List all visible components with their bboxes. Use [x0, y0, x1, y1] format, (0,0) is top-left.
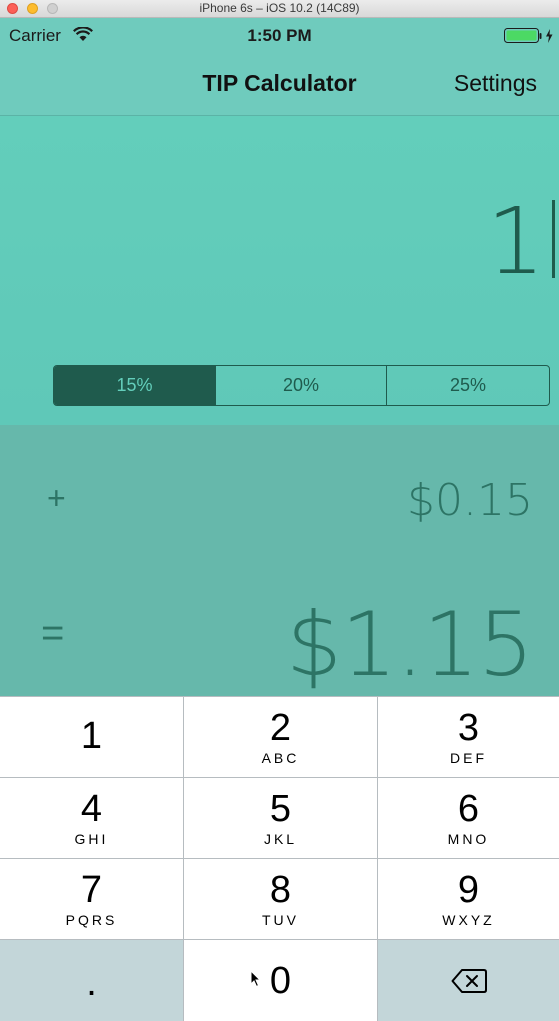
tip-percentage-control[interactable]: 15% 20% 25% — [53, 365, 550, 406]
key-digit: 6 — [457, 788, 480, 830]
key-digit: 0 — [269, 959, 292, 1002]
key-3[interactable]: 3 DEF — [378, 697, 559, 777]
plus-sign: + — [47, 480, 66, 516]
key-1[interactable]: 1 — [0, 697, 183, 777]
key-7[interactable]: 7 PQRS — [0, 859, 183, 939]
key-8[interactable]: 8 TUV — [184, 859, 377, 939]
results-area: + $0.15 = $1.15 — [0, 425, 559, 696]
simulator-titlebar: iPhone 6s – iOS 10.2 (14C89) — [0, 0, 559, 18]
cursor-icon — [250, 970, 262, 988]
status-time: 1:50 PM — [247, 26, 312, 45]
key-5[interactable]: 5 JKL — [184, 778, 377, 858]
key-digit: 1 — [80, 715, 103, 757]
tip-option-25[interactable]: 25% — [386, 366, 549, 405]
tip-amount: $0.15 — [407, 475, 533, 526]
key-digit: 7 — [80, 869, 103, 911]
key-digit: . — [86, 961, 97, 1004]
key-letters: GHI — [74, 831, 109, 847]
key-digit: 2 — [269, 707, 292, 749]
text-cursor — [552, 200, 555, 278]
settings-button[interactable]: Settings — [454, 70, 537, 97]
key-6[interactable]: 6 MNO — [378, 778, 559, 858]
key-letters: WXYZ — [442, 912, 495, 928]
key-4[interactable]: 4 GHI — [0, 778, 183, 858]
key-letters: MNO — [447, 831, 490, 847]
backspace-icon — [451, 968, 487, 993]
tip-option-15[interactable]: 15% — [54, 366, 215, 405]
total-amount: $1.15 — [286, 593, 534, 696]
bill-amount-field[interactable]: 1 — [486, 188, 545, 295]
key-letters: TUV — [262, 912, 299, 928]
navigation-header: Carrier 1:50 PM TIP Calculator Settings — [0, 18, 559, 116]
equals-sign: = — [41, 611, 65, 655]
key-letters: PQRS — [65, 912, 118, 928]
delete-key[interactable] — [378, 940, 559, 1021]
key-digit: 8 — [269, 869, 292, 911]
key-letters: ABC — [261, 750, 300, 766]
bill-entry-area: 1 15% 20% 25% — [0, 116, 559, 425]
key-0[interactable]: 0 — [184, 940, 377, 1021]
key-9[interactable]: 9 WXYZ — [378, 859, 559, 939]
key-digit: 3 — [457, 707, 480, 749]
key-letters: JKL — [263, 831, 298, 847]
key-digit: 5 — [269, 788, 292, 830]
key-letters: DEF — [450, 750, 487, 766]
key-decimal[interactable]: . — [0, 940, 183, 1021]
decimal-keypad: 1 2 ABC 3 DEF 4 GHI 5 JKL 6 MNO 7 PQRS 8… — [0, 696, 559, 1021]
key-2[interactable]: 2 ABC — [184, 697, 377, 777]
simulator-title: iPhone 6s – iOS 10.2 (14C89) — [199, 1, 360, 15]
battery-icon — [504, 28, 553, 43]
key-digit: 4 — [80, 788, 103, 830]
key-digit: 9 — [457, 869, 480, 911]
tip-option-20[interactable]: 20% — [215, 366, 386, 405]
